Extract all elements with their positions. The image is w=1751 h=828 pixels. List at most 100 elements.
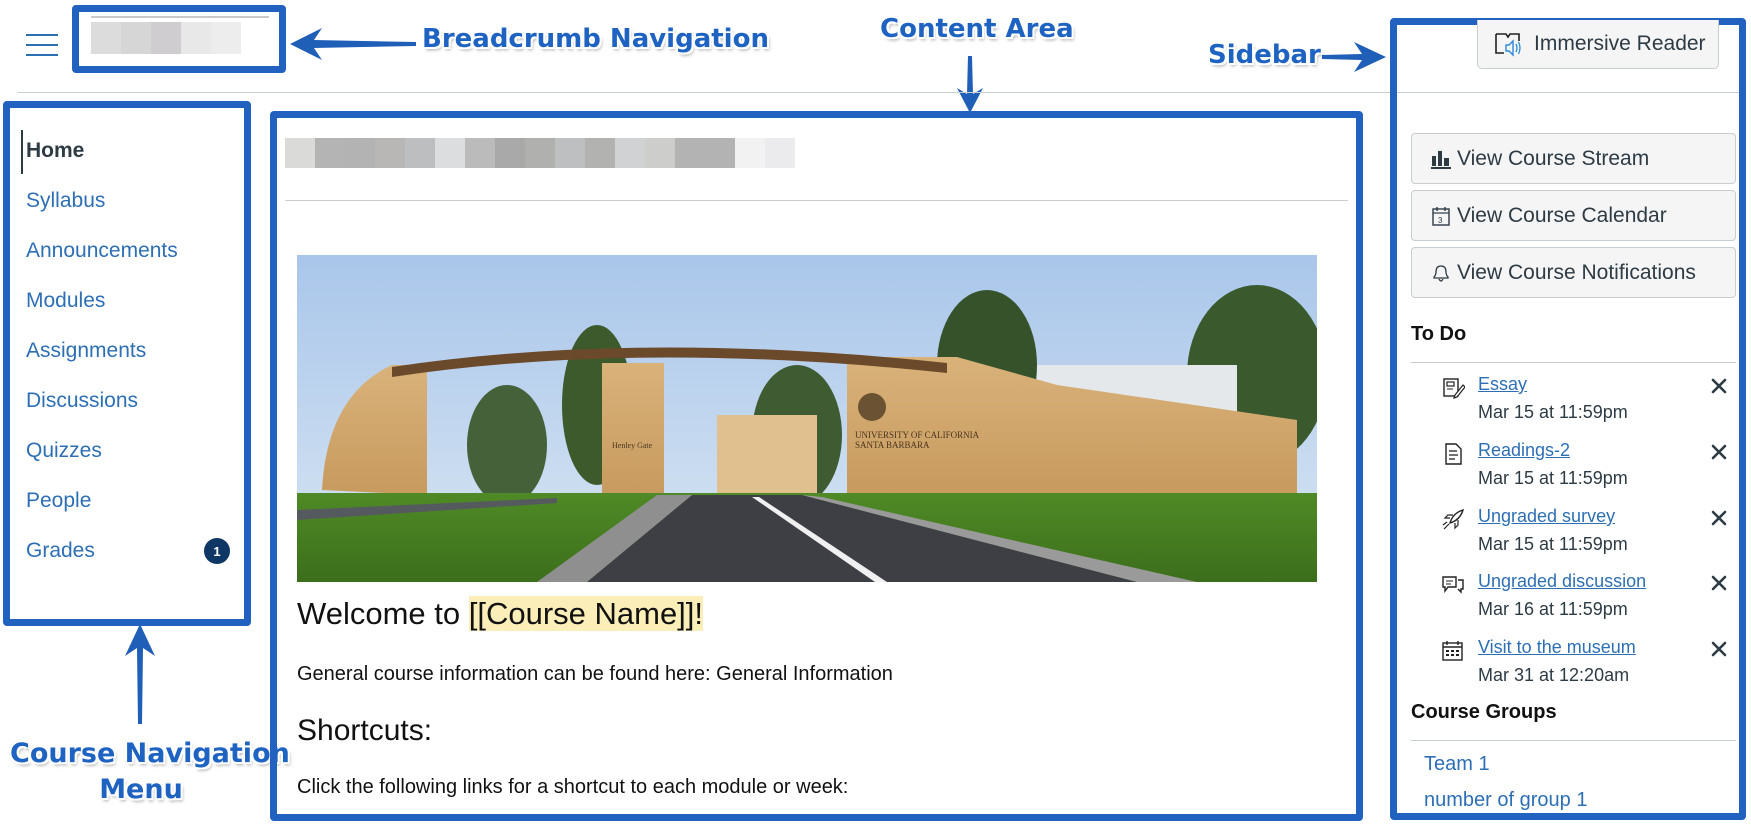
title-redacted-block <box>405 138 435 168</box>
group-link[interactable]: number of group 1 <box>1424 789 1587 812</box>
breadcrumb-redacted-block <box>91 22 121 54</box>
view-course-stream-label: View Course Stream <box>1457 146 1650 170</box>
nav-annotation-line-2: Menu <box>99 774 183 805</box>
dismiss-todo-icon[interactable] <box>1709 573 1729 593</box>
nav-item-label: Assignments <box>26 339 147 362</box>
sidebar-annotation-label: Sidebar <box>1208 40 1321 70</box>
view-course-calendar-label: View Course Calendar <box>1457 203 1667 227</box>
hamburger-menu-button[interactable] <box>26 34 58 56</box>
title-redacted-block <box>345 138 375 168</box>
bell-icon <box>1433 264 1449 282</box>
calendar-event-icon <box>1442 641 1463 661</box>
title-divider <box>285 200 1348 201</box>
content-annotation-label: Content Area <box>880 14 1074 44</box>
nav-item-people[interactable]: People <box>10 476 244 526</box>
breadcrumb-underline <box>91 16 269 18</box>
nav-item-label: Discussions <box>26 389 139 412</box>
breadcrumb[interactable] <box>91 22 241 54</box>
quiz-rocket-icon <box>1442 508 1465 530</box>
hero-sign-text-1: UNIVERSITY OF CALIFORNIA <box>855 430 980 440</box>
course-groups-divider <box>1411 740 1736 741</box>
nav-item-label: Announcements <box>26 239 178 262</box>
nav-item-discussions[interactable]: Discussions <box>10 376 244 426</box>
dismiss-todo-icon[interactable] <box>1709 639 1729 659</box>
dismiss-todo-icon[interactable] <box>1709 442 1729 462</box>
title-redacted-block <box>705 138 735 168</box>
todo-divider <box>1411 362 1736 363</box>
shortcuts-instructions: Click the following links for a shortcut… <box>297 776 849 798</box>
todo-item-link[interactable]: Ungraded discussion <box>1478 571 1646 592</box>
title-redacted-block <box>585 138 615 168</box>
nav-item-syllabus[interactable]: Syllabus <box>10 176 244 226</box>
title-redacted-block <box>675 138 705 168</box>
breadcrumb-annotation-arrow <box>290 28 416 60</box>
content-area-annotation-box: UNIVERSITY OF CALIFORNIA SANTA BARBARA H… <box>270 111 1363 821</box>
immersive-reader-label: Immersive Reader <box>1534 32 1706 55</box>
course-groups-heading: Course Groups <box>1411 701 1557 723</box>
todo-item-link[interactable]: Readings-2 <box>1478 440 1570 461</box>
assignment-icon <box>1443 378 1465 399</box>
title-redacted-block <box>615 138 645 168</box>
immersive-reader-icon <box>1495 33 1521 57</box>
title-redacted-block <box>735 138 765 168</box>
todo-item-due-date: Mar 15 at 11:59pm <box>1478 402 1628 422</box>
nav-annotation-arrow <box>125 624 155 724</box>
todo-item-due-date: Mar 31 at 12:20am <box>1478 665 1630 685</box>
breadcrumb-redacted-block <box>211 22 241 54</box>
title-redacted-block <box>375 138 405 168</box>
dismiss-todo-icon[interactable] <box>1709 376 1729 396</box>
todo-heading: To Do <box>1411 323 1467 345</box>
arrow-right-icon <box>1322 42 1386 72</box>
sidebar-annotation-arrow <box>1322 42 1386 72</box>
hero-image: UNIVERSITY OF CALIFORNIA SANTA BARBARA H… <box>297 255 1317 582</box>
course-navigation-annotation-box: Home Syllabus Announcements Modules Assignme… <box>3 101 251 626</box>
todo-item-due-date: Mar 16 at 11:59pm <box>1478 599 1628 619</box>
hero-gate-text: Henley Gate <box>612 441 653 450</box>
todo-item: Essay Mar 15 at 11:59pm <box>1441 374 1731 440</box>
nav-item-modules[interactable]: Modules <box>10 276 244 326</box>
view-course-stream-button[interactable]: View Course Stream <box>1411 133 1736 184</box>
course-name-placeholder: [[Course Name]]! <box>468 596 704 631</box>
nav-item-label: Home <box>26 139 85 162</box>
title-redacted-block <box>645 138 675 168</box>
todo-item-link[interactable]: Essay <box>1478 374 1527 395</box>
nav-item-quizzes[interactable]: Quizzes <box>10 426 244 476</box>
discussion-icon <box>1442 576 1464 594</box>
campus-gate-photo: UNIVERSITY OF CALIFORNIA SANTA BARBARA H… <box>297 255 1317 582</box>
document-icon <box>1445 443 1462 465</box>
breadcrumb-annotation-box <box>72 5 286 73</box>
breadcrumb-redacted-block <box>121 22 151 54</box>
nav-item-assignments[interactable]: Assignments <box>10 326 244 376</box>
sidebar-divider <box>1397 92 1737 93</box>
course-navigation-menu: Home Syllabus Announcements Modules Assignme… <box>10 126 244 576</box>
hamburger-icon-bar <box>26 34 58 36</box>
arrow-down-icon <box>957 56 983 113</box>
nav-annotation-line-1: Course Navigation <box>10 738 290 769</box>
nav-item-label: Grades <box>26 539 95 562</box>
todo-item: Ungraded survey Mar 15 at 11:59pm <box>1441 506 1731 572</box>
todo-item: Visit to the museum Mar 31 at 12:20am <box>1441 637 1731 703</box>
nav-item-grades[interactable]: Grades 1 <box>10 526 244 576</box>
title-redacted-block <box>435 138 465 168</box>
dismiss-todo-icon[interactable] <box>1709 508 1729 528</box>
title-redacted-block <box>465 138 495 168</box>
title-redacted-block <box>765 138 795 168</box>
immersive-reader-button[interactable]: Immersive Reader <box>1477 20 1719 69</box>
arrow-up-icon <box>125 624 155 724</box>
breadcrumb-redacted-block <box>151 22 181 54</box>
group-link[interactable]: Team 1 <box>1424 753 1490 776</box>
view-course-notifications-button[interactable]: View Course Notifications <box>1411 247 1736 298</box>
title-redacted-block <box>315 138 345 168</box>
hamburger-icon-bar <box>26 44 58 46</box>
nav-item-home[interactable]: Home <box>10 126 244 176</box>
nav-item-label: Modules <box>26 289 106 312</box>
shortcuts-heading: Shortcuts: <box>297 714 433 747</box>
page-title <box>285 138 795 168</box>
nav-item-label: Syllabus <box>26 189 106 212</box>
view-course-calendar-button[interactable]: 3 View Course Calendar <box>1411 190 1736 241</box>
todo-item-link[interactable]: Visit to the museum <box>1478 637 1636 658</box>
breadcrumb-redacted-block <box>181 22 211 54</box>
general-info-text: General course information can be found … <box>297 663 893 685</box>
todo-item-link[interactable]: Ungraded survey <box>1478 506 1615 527</box>
nav-item-announcements[interactable]: Announcements <box>10 226 244 276</box>
